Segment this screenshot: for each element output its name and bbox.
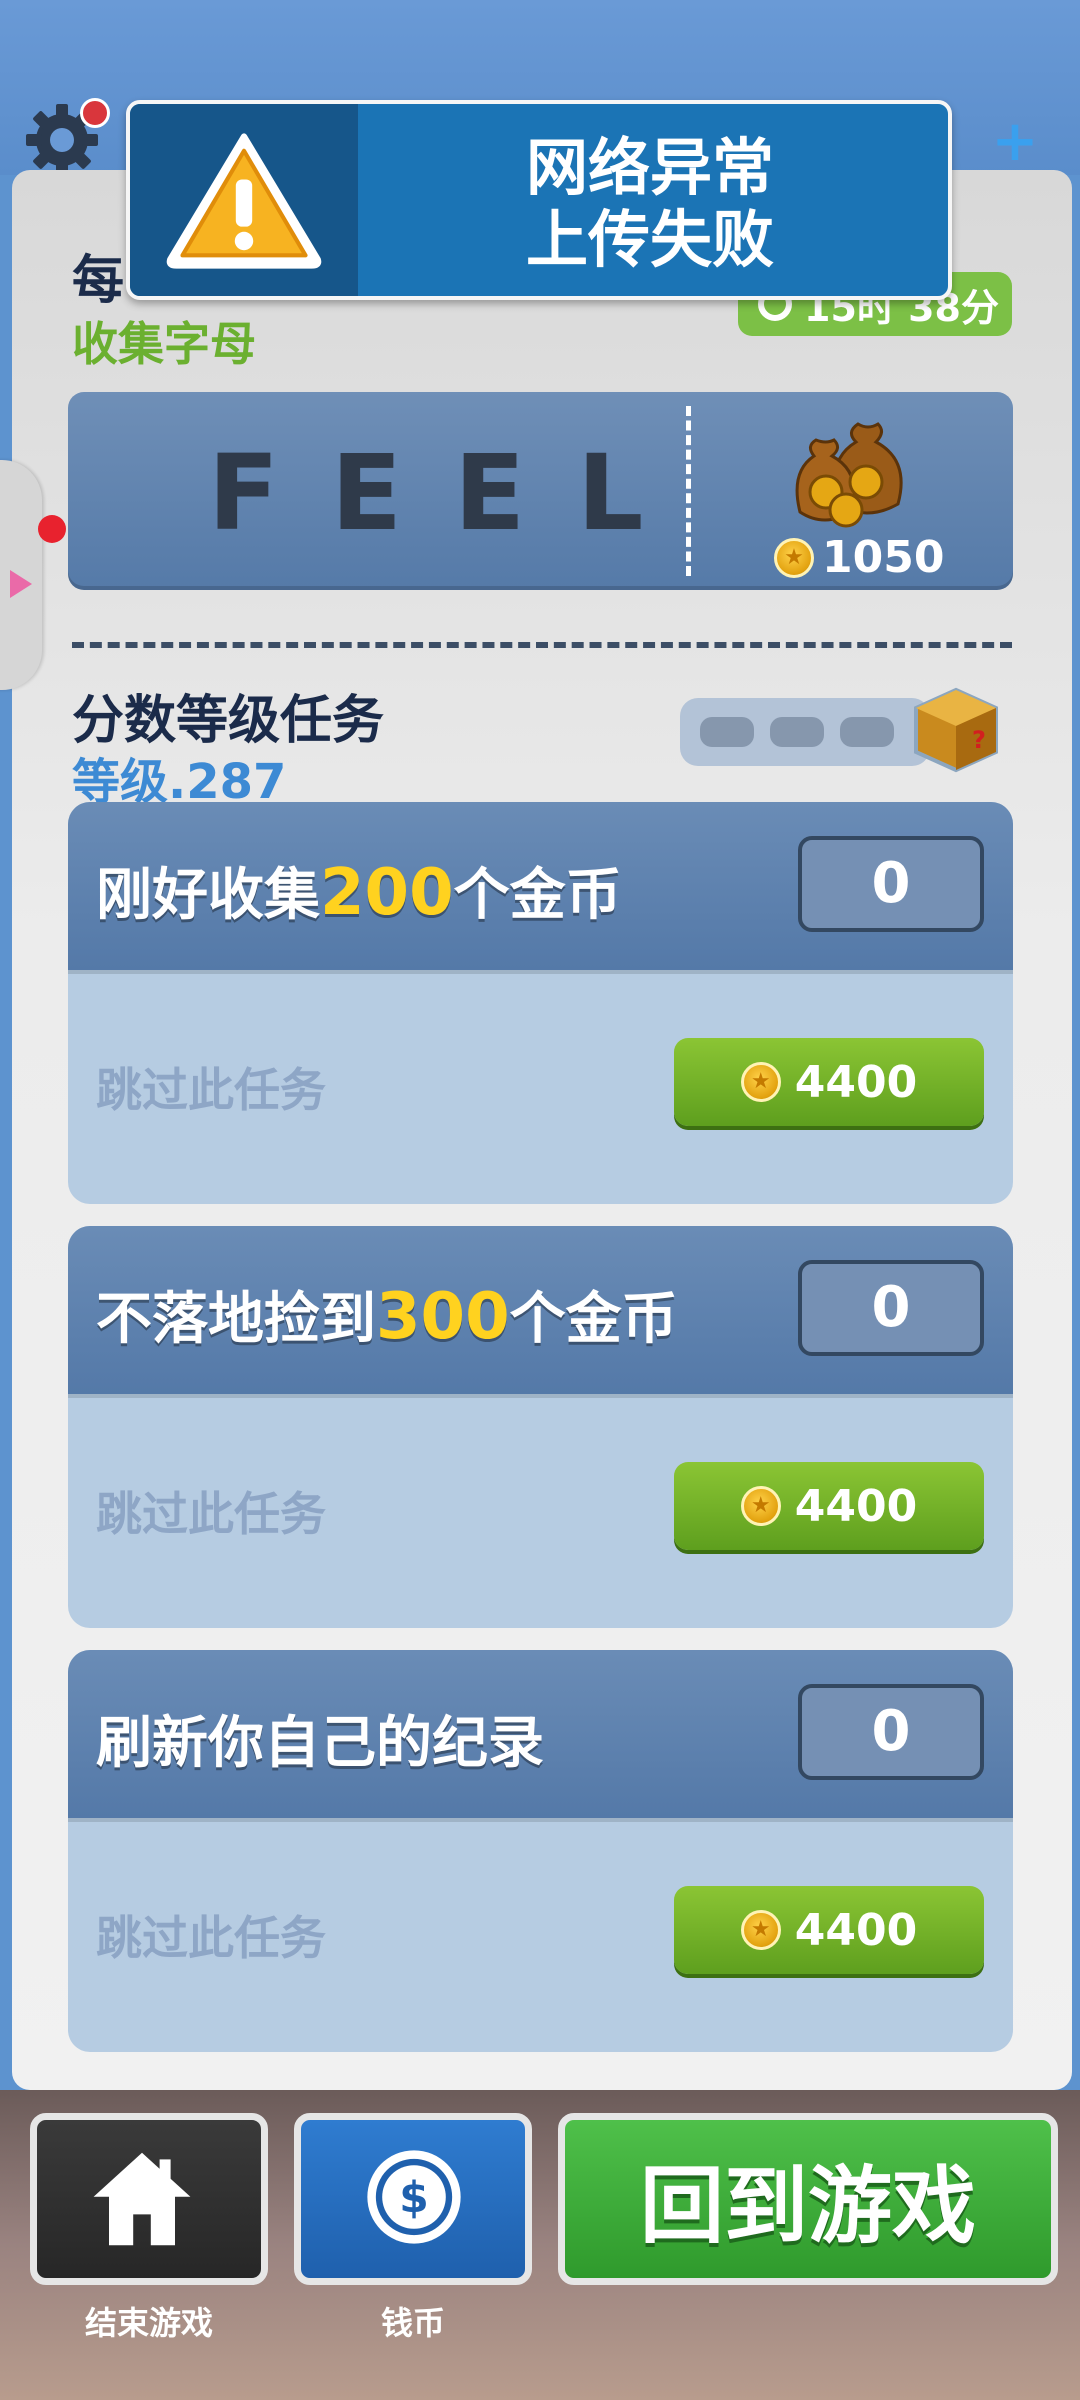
task-header: 刷新你自己的纪录 0 (68, 1650, 1013, 1818)
level-progress (680, 698, 930, 766)
network-error-alert: 网络异常 上传失败 (126, 100, 952, 300)
daily-subtitle: 收集字母 (72, 317, 256, 371)
task-card: 刷新你自己的纪录 0 跳过此任务 4400 (68, 1650, 1013, 2052)
task-text-pre: 刷新你自己的纪录 (96, 1711, 544, 1776)
collected-letters: FEEL (208, 432, 696, 554)
task-target: 200 (320, 856, 454, 930)
task-progress: 0 (798, 1260, 984, 1356)
coins-button[interactable]: $ (294, 2113, 532, 2285)
task-target: 300 (376, 1280, 510, 1354)
task-text-pre: 刚好收集 (96, 863, 320, 928)
daily-reward: 1050 (774, 532, 944, 583)
letters-card: FEEL 1050 (68, 392, 1013, 590)
money-bags-icon (795, 422, 903, 528)
notification-dot (80, 98, 110, 128)
alert-line-1: 网络异常 (525, 131, 774, 204)
task-progress: 0 (798, 836, 984, 932)
coin-icon (774, 537, 814, 578)
skip-task-button[interactable]: 4400 (674, 1462, 984, 1550)
skip-label: 跳过此任务 (96, 1487, 326, 1541)
warning-icon (166, 133, 322, 269)
alert-icon-area (130, 104, 358, 296)
alert-line-2: 上传失败 (525, 203, 774, 276)
daily-title: 每 (72, 251, 125, 311)
skip-cost: 4400 (794, 1056, 918, 1108)
task-card: 不落地捡到300个金币 0 跳过此任务 4400 (68, 1226, 1013, 1628)
task-header: 不落地捡到300个金币 0 (68, 1226, 1013, 1394)
coin-icon (740, 1062, 781, 1102)
task-text-post: 个金币 (453, 863, 622, 928)
card-divider (686, 406, 691, 576)
skip-label: 跳过此任务 (96, 1911, 326, 1965)
mystery-box-icon[interactable]: ? (912, 686, 1000, 774)
svg-text:$: $ (399, 2173, 429, 2222)
task-text-post: 个金币 (509, 1287, 678, 1352)
home-icon (93, 2152, 191, 2246)
skip-cost: 4400 (794, 1904, 918, 1956)
dollar-coin-icon: $ (367, 2150, 461, 2244)
alert-message: 网络异常 上传失败 (370, 132, 930, 276)
daily-reward-value: 1050 (822, 532, 945, 583)
end-game-button[interactable] (30, 2113, 268, 2285)
progress-slot (770, 717, 824, 747)
task-header: 刚好收集200个金币 0 (68, 802, 1013, 970)
task-text-pre: 不落地捡到 (96, 1287, 376, 1352)
skip-label: 跳过此任务 (96, 1063, 326, 1117)
task-card: 刚好收集200个金币 0 跳过此任务 4400 (68, 802, 1013, 1204)
side-notification-dot (38, 515, 66, 543)
skip-task-button[interactable]: 4400 (674, 1886, 984, 1974)
svg-text:?: ? (972, 726, 986, 754)
back-to-game-button[interactable]: 回到游戏 (558, 2113, 1058, 2285)
section-divider (72, 642, 1012, 648)
task-description: 刷新你自己的纪录 (96, 1698, 544, 1779)
coin-icon (740, 1486, 781, 1526)
skip-task-button[interactable]: 4400 (674, 1038, 984, 1126)
task-description: 刚好收集200个金币 (96, 850, 622, 931)
progress-slot (840, 717, 894, 747)
coins-label: 钱币 (380, 2304, 445, 2342)
skip-cost: 4400 (794, 1480, 918, 1532)
end-game-label: 结束游戏 (84, 2304, 213, 2342)
task-progress: 0 (798, 1684, 984, 1780)
side-arrow-icon[interactable] (10, 570, 32, 598)
plus-icon[interactable]: + (985, 112, 1045, 172)
coin-icon (740, 1910, 781, 1950)
task-description: 不落地捡到300个金币 (96, 1274, 678, 1355)
progress-slot (700, 717, 754, 747)
